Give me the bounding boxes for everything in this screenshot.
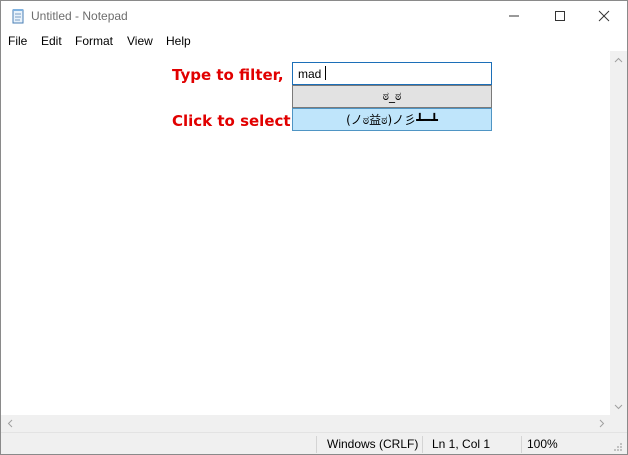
menu-view[interactable]: View	[126, 34, 154, 48]
result-item-selected[interactable]: (ノಠ益ಠ)ノ彡┻━┻	[292, 108, 492, 131]
vertical-scrollbar[interactable]	[610, 51, 627, 415]
status-divider	[521, 436, 522, 453]
scroll-down-button[interactable]	[610, 398, 627, 415]
chevron-down-icon	[614, 404, 623, 409]
result-item-label: (ノಠ益ಠ)ノ彡┻━┻	[346, 113, 438, 127]
minimize-button[interactable]	[491, 1, 537, 31]
text-editor-area[interactable]: Type to filter, mad ಠ_ಠ Click to select:…	[1, 51, 610, 415]
filter-input-value: mad	[298, 67, 322, 81]
scrollbar-corner	[610, 415, 627, 432]
status-line-endings: Windows (CRLF)	[327, 437, 419, 451]
select-label: Click to select:	[172, 112, 297, 130]
resize-grip-icon[interactable]	[613, 441, 623, 454]
menu-help[interactable]: Help	[165, 34, 192, 48]
menu-file[interactable]: File	[7, 34, 28, 48]
result-item-label: ಠ_ಠ	[382, 89, 402, 103]
menu-edit[interactable]: Edit	[40, 34, 63, 48]
notepad-icon	[10, 8, 26, 24]
minimize-icon	[509, 15, 519, 17]
chevron-up-icon	[614, 57, 623, 62]
filter-input[interactable]: mad	[292, 62, 492, 85]
menu-format[interactable]: Format	[74, 34, 114, 48]
result-item[interactable]: ಠ_ಠ	[292, 85, 492, 108]
close-button[interactable]	[581, 1, 627, 31]
scroll-left-button[interactable]	[1, 415, 18, 432]
status-bar: Windows (CRLF) Ln 1, Col 1 100%	[1, 432, 627, 454]
chevron-right-icon	[599, 419, 604, 428]
title-bar[interactable]: Untitled - Notepad	[1, 1, 627, 31]
maximize-button[interactable]	[537, 1, 583, 31]
window-title: Untitled - Notepad	[31, 9, 128, 23]
notepad-window: Untitled - Notepad File Edit Format View…	[0, 0, 628, 455]
maximize-icon	[555, 11, 565, 21]
chevron-left-icon	[7, 419, 12, 428]
menu-bar: File Edit Format View Help	[1, 32, 627, 52]
horizontal-scrollbar[interactable]	[1, 415, 610, 432]
close-icon	[598, 10, 610, 22]
filter-label: Type to filter,	[172, 66, 284, 84]
status-cursor-position: Ln 1, Col 1	[432, 437, 491, 451]
status-divider	[316, 436, 317, 453]
status-divider	[422, 436, 423, 453]
text-caret	[325, 66, 326, 80]
scroll-up-button[interactable]	[610, 51, 627, 68]
scroll-right-button[interactable]	[593, 415, 610, 432]
status-zoom: 100%	[527, 437, 558, 451]
